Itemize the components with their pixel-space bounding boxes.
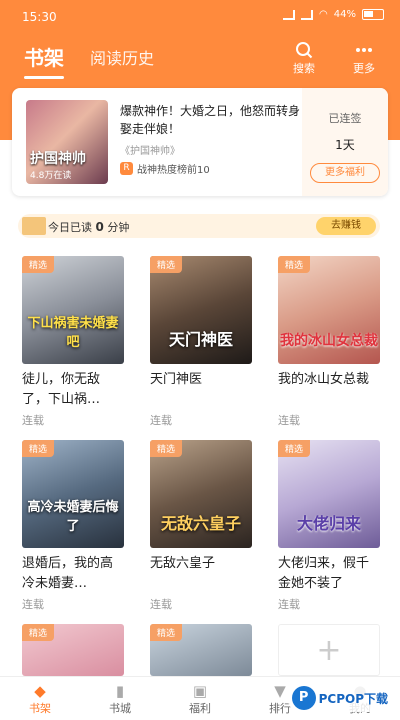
bookstore-icon: ▮ — [115, 682, 125, 700]
book-item[interactable]: 精选 高冷未婚妻后悔了 退婚后，我的高冷未婚妻… 连载 — [22, 440, 124, 612]
book-status: 连载 — [278, 598, 300, 611]
top-tabs: 书架 阅读历史 — [24, 42, 154, 79]
book-title: 无敌六皇子 — [150, 556, 216, 571]
book-cover: 精选 大佬归来 — [278, 440, 380, 548]
more-button[interactable]: 更多 — [344, 40, 384, 76]
book-item[interactable]: 精选 — [150, 624, 252, 676]
battery-icon — [362, 9, 384, 20]
search-icon — [284, 40, 324, 60]
cover-title: 下山祸害未婚妻吧 — [27, 316, 119, 350]
book-title: 徒儿，你无敌了，下山祸… — [22, 372, 101, 407]
signal-icon — [283, 9, 296, 20]
gift-icon: ▣ — [192, 682, 208, 700]
cover-title: 高冷未婚妻后悔了 — [27, 500, 119, 534]
book-icon — [22, 217, 46, 235]
cover-title: 天门神医 — [168, 330, 233, 349]
reading-time: 今日已读 0 分钟 — [48, 220, 130, 234]
tab-bookshelf[interactable]: 书架 — [24, 42, 64, 79]
sign-days: 1天 — [335, 138, 355, 152]
featured-tag: 精选 — [150, 624, 183, 641]
cover-title: 大佬归来 — [296, 514, 361, 533]
status-bar: 15:30 ◠ 44% — [0, 0, 400, 34]
watermark: P PCPOP下载 — [287, 684, 392, 712]
earn-money-button[interactable]: 去赚钱 — [316, 217, 376, 235]
plus-icon: + — [278, 624, 380, 676]
nav-bookstore[interactable]: ▮ 书城 — [80, 677, 160, 720]
book-title: 大佬归来，假千金她不装了 — [278, 556, 370, 591]
search-button[interactable]: 搜索 — [284, 40, 324, 76]
featured-tag: 精选 — [150, 440, 183, 457]
status-time: 15:30 — [22, 10, 57, 24]
book-status: 连载 — [22, 414, 44, 427]
promo-cover-reads: 4.8万在读 — [30, 171, 72, 181]
bookshelf-icon: ◆ — [34, 682, 46, 700]
reading-minutes: 0 — [95, 220, 104, 234]
promo-cover-title: 护国神帅 — [30, 151, 86, 167]
book-title: 天门神医 — [150, 372, 203, 387]
search-label: 搜索 — [293, 62, 315, 75]
wifi-icon: ◠ — [319, 9, 328, 20]
book-cover: 精选 天门神医 — [150, 256, 252, 364]
sign-label: 已连签 — [328, 112, 362, 125]
more-icon — [344, 40, 384, 60]
reading-time-bar: 今日已读 0 分钟 去赚钱 — [18, 214, 380, 238]
book-item[interactable]: 精选 — [22, 624, 124, 676]
book-item[interactable]: 精选 无敌六皇子 无敌六皇子 连载 — [150, 440, 252, 612]
featured-tag: 精选 — [22, 624, 55, 641]
book-cover: 精选 无敌六皇子 — [150, 440, 252, 548]
featured-tag: 精选 — [22, 256, 55, 273]
promo-source: 《护国神帅》 — [120, 146, 180, 157]
book-title: 退婚后，我的高冷未婚妻… — [22, 556, 114, 591]
book-cover: 精选 下山祸害未婚妻吧 — [22, 256, 124, 364]
book-cover: 精选 — [22, 624, 124, 676]
more-benefits-button[interactable]: 更多福利 — [310, 163, 380, 183]
add-book-button[interactable]: + — [278, 624, 380, 676]
book-cover: 精选 我的冰山女总裁 — [278, 256, 380, 364]
book-title: 我的冰山女总裁 — [278, 372, 370, 387]
battery-percent: 44% — [333, 9, 356, 20]
signal-icon — [301, 9, 314, 20]
nav-bookshelf[interactable]: ◆ 书架 — [0, 677, 80, 720]
promo-description: 爆款神作！大婚之日，他怒而转身娶走伴娘！ — [120, 104, 301, 136]
featured-tag: 精选 — [22, 440, 55, 457]
book-status: 连载 — [278, 414, 300, 427]
book-item[interactable]: 精选 我的冰山女总裁 我的冰山女总裁 连载 — [278, 256, 380, 428]
watermark-text: PCPOP下载 — [318, 691, 388, 706]
tab-history[interactable]: 阅读历史 — [90, 45, 154, 71]
book-item[interactable]: 精选 下山祸害未婚妻吧 徒儿，你无敌了，下山祸… 连载 — [22, 256, 124, 428]
book-item[interactable]: 精选 天门神医 天门神医 连载 — [150, 256, 252, 428]
book-cover: 精选 — [150, 624, 252, 676]
book-status: 连载 — [150, 598, 172, 611]
promo-cover[interactable]: 护国神帅 4.8万在读 — [26, 100, 108, 184]
book-cover: 精选 高冷未婚妻后悔了 — [22, 440, 124, 548]
book-item[interactable]: 精选 大佬归来 大佬归来，假千金她不装了 连载 — [278, 440, 380, 612]
featured-tag: 精选 — [278, 256, 311, 273]
more-label: 更多 — [353, 62, 375, 75]
watermark-logo-icon: P — [291, 686, 316, 710]
book-status: 连载 — [150, 414, 172, 427]
featured-tag: 精选 — [278, 440, 311, 457]
sign-in-panel: 已连签 1天 更多福利 — [302, 88, 388, 196]
featured-tag: 精选 — [150, 256, 183, 273]
nav-benefits[interactable]: ▣ 福利 — [160, 677, 240, 720]
promo-rank: R 战神热度榜前10 — [120, 161, 210, 176]
book-status: 连载 — [22, 598, 44, 611]
promo-rank-text: 战神热度榜前10 — [137, 165, 210, 176]
cover-title: 我的冰山女总裁 — [280, 333, 378, 349]
rank-badge-icon: R — [120, 162, 133, 175]
promo-card[interactable]: 护国神帅 4.8万在读 爆款神作！大婚之日，他怒而转身娶走伴娘！ 《护国神帅》 … — [12, 88, 388, 196]
cover-title: 无敌六皇子 — [160, 514, 241, 533]
